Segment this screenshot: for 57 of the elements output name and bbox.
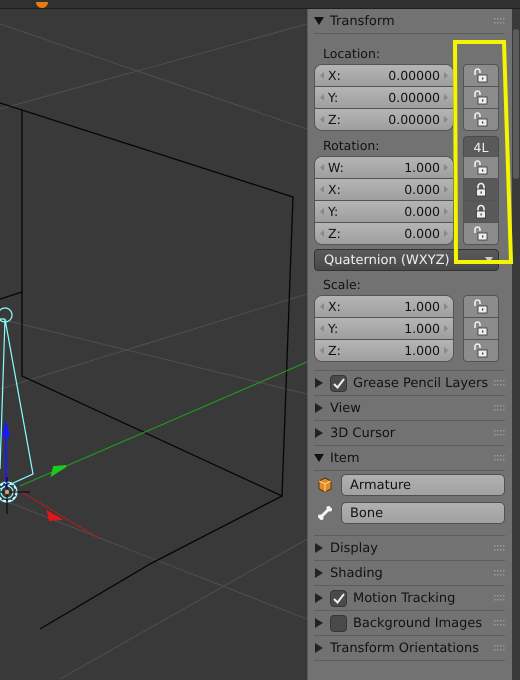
panel-header[interactable]: Motion Tracking [314, 586, 505, 611]
panel-header[interactable]: Shading [314, 561, 505, 586]
panel-title: Transform Orientations [330, 640, 480, 656]
number-field[interactable]: X: 0.00000 [314, 64, 454, 87]
field-value: 0.000 [403, 204, 440, 219]
panel-header[interactable]: View [314, 396, 505, 421]
panel-header[interactable]: Item [314, 446, 505, 471]
field-value: 1.000 [403, 343, 440, 358]
object-name-field[interactable]: Armature [341, 474, 505, 496]
panel-header[interactable]: Background Images [314, 611, 505, 636]
field-value: 0.00000 [387, 90, 440, 105]
panel-title: 3D Cursor [330, 426, 396, 440]
number-field[interactable]: W: 1.000 [314, 156, 454, 179]
field-value: 0.000 [403, 182, 440, 197]
number-field[interactable]: Y: 0.000 [314, 200, 454, 223]
panel-header[interactable]: Transform [314, 9, 505, 34]
number-field[interactable]: Z: 0.000 [314, 222, 454, 245]
panel-header[interactable]: Transform Orientations [314, 636, 505, 661]
panel-title: Display [330, 540, 379, 556]
axis-label: X: [328, 299, 342, 314]
axis-label: Z: [328, 112, 342, 127]
panel-title: Motion Tracking [353, 590, 456, 606]
axis-label: X: [328, 182, 342, 197]
axis-label: Y: [328, 321, 340, 336]
field-value: 0.000 [403, 226, 440, 241]
panel-header[interactable]: Grease Pencil Layers [314, 371, 505, 396]
number-field[interactable]: Y: 0.00000 [314, 86, 454, 109]
field-value: 1.000 [403, 321, 440, 336]
axis-label: Z: [328, 226, 342, 241]
axis-label: Y: [328, 204, 340, 219]
field-value: 0.00000 [387, 112, 440, 127]
number-field[interactable]: X: 1.000 [314, 295, 454, 318]
panel-title: Item [330, 450, 361, 466]
panel-title: View [330, 400, 362, 416]
panel-header[interactable]: 3D Cursor [314, 421, 505, 446]
field-value: 1.000 [403, 299, 440, 314]
number-field[interactable]: X: 0.000 [314, 178, 454, 201]
field-value: 0.00000 [387, 68, 440, 83]
section-label: Scale: [322, 276, 362, 294]
section-label: Rotation: [322, 136, 380, 154]
panel-title: Transform [330, 14, 396, 28]
axis-label: Z: [328, 343, 342, 358]
axis-label: Y: [328, 90, 340, 105]
number-field[interactable]: Z: 1.000 [314, 339, 454, 362]
axis-label: X: [328, 68, 342, 83]
section-label: Location: [322, 44, 382, 62]
number-field[interactable]: Y: 1.000 [314, 317, 454, 340]
bone-name-field[interactable]: Bone [341, 502, 505, 524]
rotation-mode-dropdown[interactable]: Quaternion (WXYZ) [314, 249, 499, 271]
lock-mode-button[interactable]: 4L [463, 136, 499, 158]
number-field[interactable]: Z: 0.00000 [314, 108, 454, 131]
axis-label: W: [328, 160, 345, 175]
panel-title: Shading [330, 566, 384, 580]
panel-title: Grease Pencil Layers [353, 376, 488, 390]
panel-title: Background Images [353, 616, 484, 630]
field-value: 1.000 [403, 160, 440, 175]
panel-header[interactable]: Display [314, 536, 505, 561]
